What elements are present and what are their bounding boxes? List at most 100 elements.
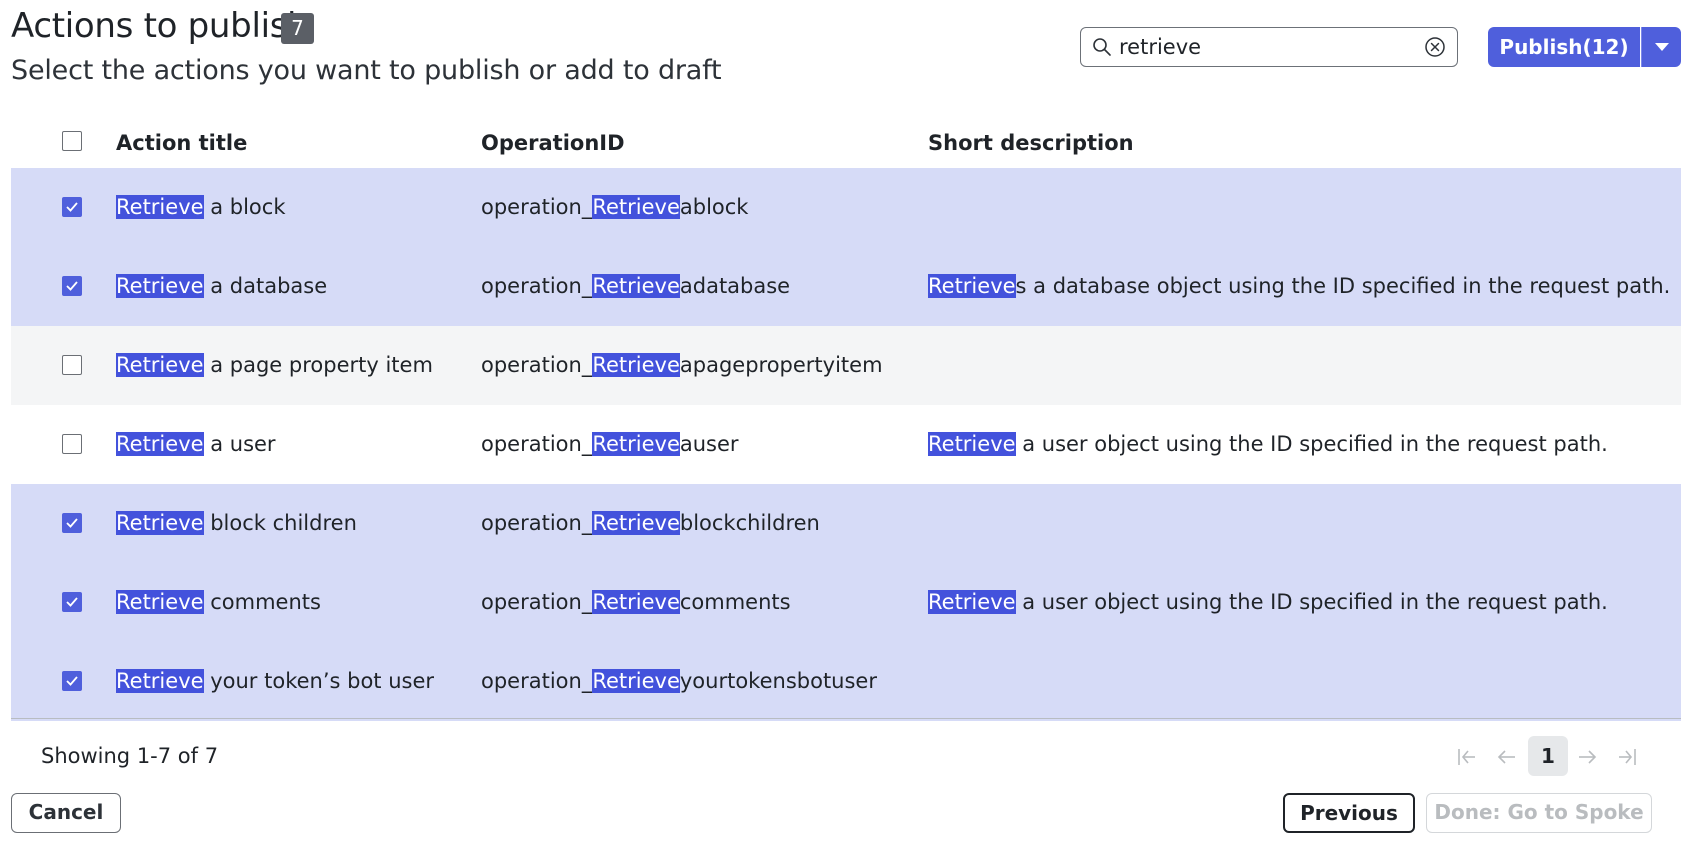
- operation-id-suffix: auser: [679, 432, 739, 456]
- operation-id-prefix: operation_: [481, 274, 593, 298]
- operation-id-cell: operation_Retrieveablock: [481, 193, 748, 221]
- search-match-highlight: Retrieve: [928, 274, 1016, 298]
- operation-id-suffix: blockchildren: [679, 511, 820, 535]
- action-title-text: your token’s bot user: [203, 669, 435, 693]
- table-row[interactable]: Retrieve a page property item operation_R…: [11, 326, 1681, 405]
- done-go-to-spoke-button[interactable]: Done: Go to Spoke: [1426, 793, 1652, 833]
- action-title-cell: Retrieve a block: [116, 193, 286, 221]
- operation-id-prefix: operation_: [481, 353, 593, 377]
- last-page-icon: [1619, 749, 1636, 765]
- search-input[interactable]: [1119, 32, 1419, 62]
- first-page-icon: [1458, 749, 1475, 765]
- short-description-cell: Retrieve a user object using the ID spec…: [928, 588, 1608, 616]
- previous-page-button[interactable]: [1488, 738, 1526, 776]
- operation-id-suffix: adatabase: [679, 274, 791, 298]
- column-header-short-description[interactable]: Short description: [928, 129, 1134, 157]
- table-row[interactable]: Retrieve your token’s bot user operation_…: [11, 642, 1681, 721]
- short-description-cell: Retrieve a user object using the ID spec…: [928, 430, 1608, 458]
- table-row[interactable]: Retrieve comments operation_Retrievecomme…: [11, 563, 1681, 642]
- cancel-button[interactable]: Cancel: [11, 793, 121, 833]
- table-divider: [11, 718, 1681, 719]
- checkmark-icon: [66, 518, 78, 528]
- page-1-button[interactable]: 1: [1528, 736, 1568, 776]
- action-title-cell: Retrieve your token’s bot user: [116, 667, 434, 695]
- search-match-highlight: Retrieve: [116, 511, 204, 535]
- operation-id-cell: operation_Retrieveadatabase: [481, 272, 790, 300]
- operation-id-cell: operation_Retrieveblockchildren: [481, 509, 820, 537]
- table-row[interactable]: Retrieve block children operation_Retriev…: [11, 484, 1681, 563]
- row-checkbox[interactable]: [62, 276, 82, 296]
- short-description-cell: Retrieves a database object using the ID…: [928, 272, 1670, 300]
- operation-id-prefix: operation_: [481, 590, 593, 614]
- search-match-highlight: Retrieve: [592, 432, 680, 456]
- next-page-button[interactable]: [1568, 738, 1606, 776]
- search-match-highlight: Retrieve: [928, 590, 1016, 614]
- row-checkbox[interactable]: [62, 592, 82, 612]
- action-title-text: a block: [203, 195, 286, 219]
- search-match-highlight: Retrieve: [116, 432, 204, 456]
- operation-id-suffix: comments: [679, 590, 791, 614]
- short-description-text: a user object using the ID specified in …: [1015, 590, 1608, 614]
- row-checkbox[interactable]: [62, 671, 82, 691]
- operation-id-cell: operation_Retrieveauser: [481, 430, 739, 458]
- actions-table: Action title OperationID Short descripti…: [11, 118, 1681, 721]
- search-match-highlight: Retrieve: [116, 669, 204, 693]
- operation-id-cell: operation_Retrievecomments: [481, 588, 791, 616]
- short-description-text: a user object using the ID specified in …: [1015, 432, 1608, 456]
- search-match-highlight: Retrieve: [116, 353, 204, 377]
- clear-search-icon[interactable]: [1424, 36, 1446, 58]
- search-match-highlight: Retrieve: [592, 195, 680, 219]
- search-match-highlight: Retrieve: [116, 195, 204, 219]
- first-page-button[interactable]: [1448, 738, 1486, 776]
- table-row[interactable]: Retrieve a user operation_Retrieveauser Re…: [11, 405, 1681, 484]
- action-title-cell: Retrieve comments: [116, 588, 321, 616]
- select-all-checkbox[interactable]: [62, 131, 82, 151]
- row-checkbox[interactable]: [62, 434, 82, 454]
- column-header-operation-id[interactable]: OperationID: [481, 129, 625, 157]
- page-title: Actions to publish: [11, 6, 309, 46]
- pagination-summary: Showing 1-7 of 7: [41, 744, 219, 768]
- search-match-highlight: Retrieve: [116, 274, 204, 298]
- arrow-left-icon: [1497, 750, 1515, 764]
- publish-button[interactable]: Publish(12): [1488, 27, 1640, 67]
- table-body: Retrieve a block operation_Retrieveablock…: [11, 168, 1681, 721]
- action-title-text: a database: [203, 274, 328, 298]
- search-field[interactable]: [1080, 27, 1458, 67]
- arrow-right-icon: [1579, 750, 1597, 764]
- last-page-button[interactable]: [1608, 738, 1646, 776]
- action-title-cell: Retrieve a database: [116, 272, 327, 300]
- action-count-badge: 7: [281, 13, 314, 44]
- table-row[interactable]: Retrieve a database operation_Retrieveada…: [11, 247, 1681, 326]
- operation-id-suffix: yourtokensbotuser: [679, 669, 877, 693]
- search-match-highlight: Retrieve: [928, 432, 1016, 456]
- action-title-cell: Retrieve a page property item: [116, 351, 433, 379]
- action-title-text: a page property item: [203, 353, 433, 377]
- chevron-down-icon: [1655, 43, 1669, 51]
- row-checkbox[interactable]: [62, 355, 82, 375]
- row-checkbox[interactable]: [62, 513, 82, 533]
- operation-id-prefix: operation_: [481, 432, 593, 456]
- operation-id-cell: operation_Retrieveyourtokensbotuser: [481, 667, 877, 695]
- publish-options-button[interactable]: [1641, 27, 1681, 67]
- operation-id-prefix: operation_: [481, 669, 593, 693]
- search-match-highlight: Retrieve: [592, 274, 680, 298]
- search-match-highlight: Retrieve: [592, 353, 680, 377]
- search-icon: [1093, 38, 1111, 56]
- action-title-text: a user: [203, 432, 276, 456]
- table-header: Action title OperationID Short descripti…: [11, 118, 1681, 168]
- operation-id-suffix: apagepropertyitem: [679, 353, 883, 377]
- search-match-highlight: Retrieve: [592, 669, 680, 693]
- action-title-cell: Retrieve a user: [116, 430, 276, 458]
- row-checkbox[interactable]: [62, 197, 82, 217]
- checkmark-icon: [66, 676, 78, 686]
- table-row[interactable]: Retrieve a block operation_Retrieveablock: [11, 168, 1681, 247]
- action-title-text: block children: [203, 511, 357, 535]
- action-title-cell: Retrieve block children: [116, 509, 357, 537]
- column-header-action-title[interactable]: Action title: [116, 129, 247, 157]
- operation-id-prefix: operation_: [481, 195, 593, 219]
- checkmark-icon: [66, 597, 78, 607]
- previous-button[interactable]: Previous: [1283, 793, 1415, 833]
- checkmark-icon: [66, 202, 78, 212]
- page-subtitle: Select the actions you want to publish o…: [11, 55, 722, 86]
- operation-id-suffix: ablock: [679, 195, 749, 219]
